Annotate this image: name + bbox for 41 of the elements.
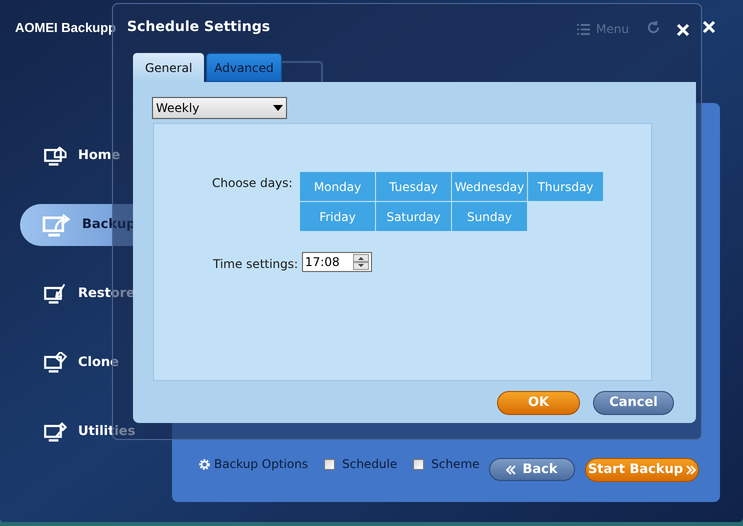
checkbox[interactable]: Schedule <box>324 455 398 473</box>
spinner-icon <box>353 254 369 270</box>
close-icon[interactable] <box>701 19 717 35</box>
cancel-button[interactable]: Cancel <box>593 391 674 415</box>
day-button[interactable]: Tuesday <box>376 172 451 201</box>
close-icon[interactable] <box>675 22 691 38</box>
day-button[interactable]: Thursday <box>528 172 603 201</box>
backup-options-link[interactable]: Backup Options <box>198 455 308 473</box>
day-button[interactable]: Wednesday <box>452 172 527 201</box>
sidebar-item[interactable]: Clone <box>20 342 150 384</box>
day-button[interactable]: Monday <box>300 172 375 201</box>
back-button[interactable]: Back <box>489 458 575 481</box>
sidebar-item[interactable]: Utilities <box>20 411 150 453</box>
day-button[interactable]: Saturday <box>376 202 451 231</box>
sidebar-item[interactable]: Home <box>20 135 150 177</box>
double-chevron-right-icon <box>686 465 696 475</box>
tab[interactable]: General <box>133 53 204 82</box>
day-button[interactable]: Friday <box>300 202 375 231</box>
menu-icon <box>577 24 590 34</box>
time-settings-label: Time settings: <box>213 256 298 273</box>
monitor-icon <box>44 145 68 167</box>
double-chevron-left-icon <box>506 464 516 474</box>
frequency-dropdown[interactable]: Weekly <box>152 97 287 119</box>
dialog-title: Schedule Settings <box>127 18 270 37</box>
monitor-icon <box>44 352 68 374</box>
refresh-icon[interactable] <box>646 20 661 35</box>
choose-days-label: Choose days: <box>212 175 292 192</box>
checkbox[interactable]: Scheme <box>413 455 480 473</box>
day-button[interactable]: Sunday <box>452 202 527 231</box>
settings-icon <box>198 458 211 470</box>
monitor-icon <box>42 212 72 238</box>
time-field[interactable]: 17:08 <box>302 252 372 272</box>
ok-button[interactable]: OK <box>497 391 580 415</box>
monitor-icon <box>44 283 68 305</box>
monitor-icon <box>44 421 68 443</box>
sidebar-item[interactable]: Restore <box>20 273 150 315</box>
dropdown-arrow-icon <box>273 105 283 111</box>
start-backup-button[interactable]: Start Backup <box>585 458 699 482</box>
tab[interactable]: Advanced <box>206 53 282 82</box>
app-title: AOMEI Backupp <box>15 19 116 37</box>
menu-button[interactable]: Menu <box>577 20 629 38</box>
